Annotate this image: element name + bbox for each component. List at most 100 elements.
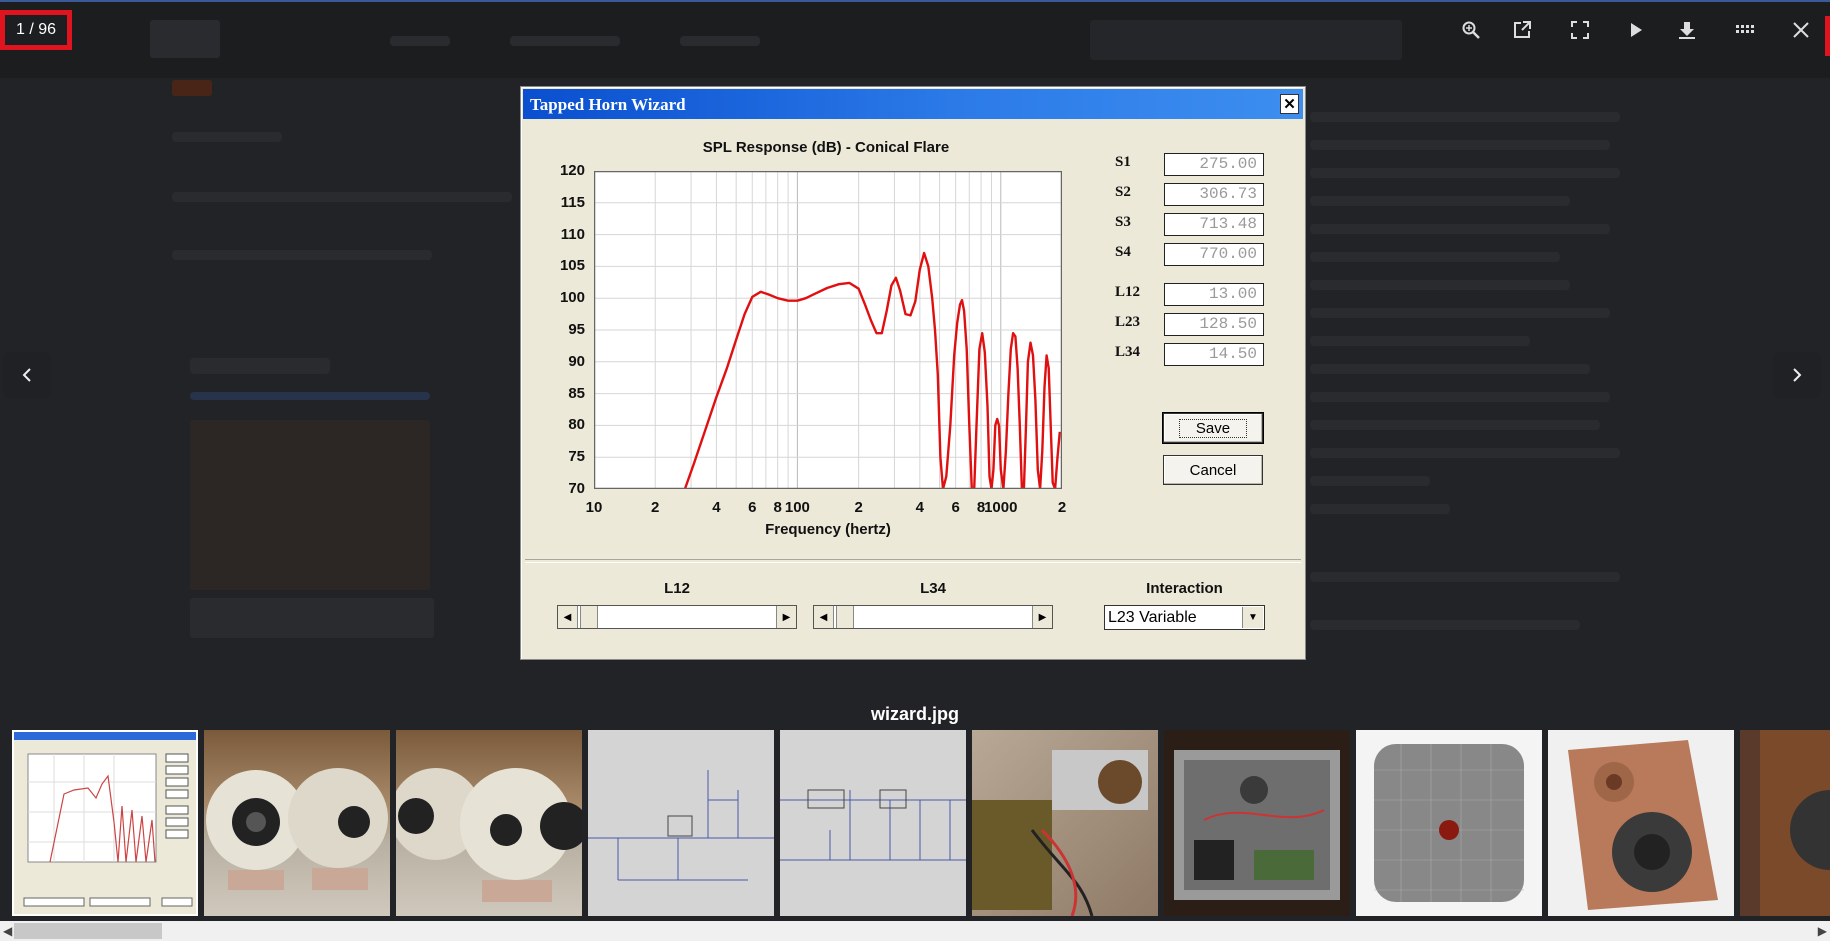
y-tick-label: 90 bbox=[568, 352, 585, 370]
thumbnail-amp-board[interactable] bbox=[972, 730, 1158, 916]
fullscreen-icon bbox=[1571, 21, 1589, 39]
slider-l34[interactable]: ◀ ▶ bbox=[813, 605, 1053, 629]
slider-l12-left-arrow[interactable]: ◀ bbox=[558, 606, 578, 628]
y-tick-label: 75 bbox=[568, 448, 585, 466]
param-label-l12: L12 bbox=[1115, 284, 1141, 300]
y-tick-label: 110 bbox=[560, 225, 585, 243]
x-tick-label: 100 bbox=[784, 499, 810, 516]
download-button[interactable] bbox=[1670, 14, 1704, 46]
save-button-label: Save bbox=[1178, 418, 1248, 438]
x-axis-label: Frequency (hertz) bbox=[765, 521, 891, 538]
thumbnail-schematic bbox=[588, 770, 774, 881]
param-field-l12[interactable]: 13.00 bbox=[1164, 283, 1264, 306]
dialog-title-bar: Tapped Horn Wizard ✕ bbox=[523, 89, 1303, 119]
y-tick-label: 85 bbox=[568, 384, 585, 402]
close-viewer-button[interactable] bbox=[1784, 14, 1818, 46]
thumbnail-chart-preview bbox=[14, 732, 196, 907]
thumbnail-mesh-box[interactable] bbox=[1356, 730, 1542, 916]
param-label-l23: L23 bbox=[1115, 314, 1141, 330]
thumbnail-board-photo bbox=[972, 750, 1148, 916]
param-field-s3[interactable]: 713.48 bbox=[1164, 213, 1264, 236]
dialog-title: Tapped Horn Wizard bbox=[530, 95, 686, 114]
interaction-value: L23 Variable bbox=[1108, 609, 1197, 626]
slider-l12-track[interactable] bbox=[578, 606, 776, 628]
play-icon bbox=[1631, 23, 1642, 37]
slider-l12-label: L12 bbox=[664, 580, 690, 597]
slider-l12-thumb[interactable] bbox=[580, 606, 598, 628]
thumbnail-wood-speaker[interactable] bbox=[1740, 730, 1830, 916]
y-tick-label: 100 bbox=[559, 289, 585, 307]
image-filename: wizard.jpg bbox=[870, 704, 959, 724]
dialog-separator bbox=[525, 559, 1301, 563]
previous-image-button[interactable] bbox=[3, 352, 51, 398]
thumbnail-wizard[interactable] bbox=[12, 730, 198, 916]
grid-icon bbox=[1736, 25, 1754, 33]
x-tick-label: 10 bbox=[585, 499, 603, 516]
horizontal-scrollbar[interactable]: ◀ ▶ bbox=[0, 921, 1830, 941]
thumbnail-speaker-render bbox=[1568, 740, 1718, 910]
external-link-icon bbox=[1514, 21, 1531, 38]
x-tick-label: 4 bbox=[915, 499, 924, 516]
y-tick-label: 70 bbox=[568, 480, 585, 497]
horizontal-scrollbar-thumb[interactable] bbox=[14, 923, 162, 939]
param-label-l34: L34 bbox=[1115, 344, 1141, 360]
thumbnail-schematic-1[interactable] bbox=[588, 730, 774, 916]
thumbnail-speaker-photo bbox=[206, 768, 388, 890]
tapped-horn-wizard-dialog: Tapped Horn Wizard ✕ SPL Response (dB) -… bbox=[520, 86, 1306, 660]
thumbnail-chassis-photo bbox=[1174, 750, 1340, 900]
y-tick-label: 115 bbox=[560, 193, 585, 211]
dialog-close-button[interactable]: ✕ bbox=[1280, 94, 1299, 114]
param-label-s1: S1 bbox=[1115, 154, 1131, 170]
fullscreen-button[interactable] bbox=[1563, 14, 1597, 46]
x-tick-label: 4 bbox=[712, 499, 721, 516]
thumbnail-strip bbox=[0, 728, 1830, 918]
interaction-select[interactable]: L23 Variable ▼ bbox=[1104, 605, 1265, 630]
param-field-s4[interactable]: 770.00 bbox=[1164, 243, 1264, 266]
magnifier-icon bbox=[1462, 21, 1480, 39]
chevron-right-icon bbox=[1793, 368, 1802, 382]
y-tick-label: 95 bbox=[568, 321, 585, 338]
spl-chart-plot bbox=[594, 171, 1062, 489]
close-icon bbox=[1793, 22, 1809, 38]
thumbnail-speaker-pair-1[interactable] bbox=[204, 730, 390, 916]
next-image-button[interactable] bbox=[1773, 352, 1821, 398]
thumbnail-speaker-photo bbox=[396, 768, 582, 902]
chart-title: SPL Response (dB) - Conical Flare bbox=[702, 139, 950, 156]
cancel-button[interactable]: Cancel bbox=[1163, 455, 1263, 485]
edge-marker bbox=[1825, 16, 1830, 56]
save-button[interactable]: Save bbox=[1162, 412, 1264, 444]
x-tick-label: 2 bbox=[854, 499, 863, 516]
chevron-down-icon[interactable]: ▼ bbox=[1242, 607, 1263, 628]
slider-l34-thumb[interactable] bbox=[836, 606, 854, 628]
play-slideshow-button[interactable] bbox=[1619, 14, 1653, 46]
param-label-s3: S3 bbox=[1115, 214, 1131, 230]
y-tick-label: 105 bbox=[559, 257, 585, 275]
thumbnail-speaker-photo bbox=[1760, 730, 1830, 916]
x-tick-label: 6 bbox=[951, 499, 960, 516]
thumbnail-schematic-2[interactable] bbox=[780, 730, 966, 916]
param-field-l23[interactable]: 128.50 bbox=[1164, 313, 1264, 336]
slider-l34-label: L34 bbox=[920, 580, 946, 597]
chevron-left-icon bbox=[22, 368, 31, 382]
slider-l34-left-arrow[interactable]: ◀ bbox=[814, 606, 834, 628]
slider-l34-right-arrow[interactable]: ▶ bbox=[1032, 606, 1052, 628]
download-icon bbox=[1679, 22, 1695, 39]
open-in-new-window-button[interactable] bbox=[1505, 14, 1539, 46]
thumbnail-speaker-pair-2[interactable] bbox=[396, 730, 582, 916]
thumbnail-amp-chassis[interactable] bbox=[1164, 730, 1350, 916]
scroll-right-arrow[interactable]: ▶ bbox=[1818, 924, 1827, 938]
param-field-l34[interactable]: 14.50 bbox=[1164, 343, 1264, 366]
x-tick-label: 1000 bbox=[984, 499, 1018, 516]
slider-l34-track[interactable] bbox=[834, 606, 1032, 628]
thumbnail-schematic bbox=[780, 789, 966, 861]
y-tick-label: 80 bbox=[568, 416, 585, 434]
thumbnail-copper-speaker[interactable] bbox=[1548, 730, 1734, 916]
slider-l12[interactable]: ◀ ▶ bbox=[557, 605, 797, 629]
param-field-s1[interactable]: 275.00 bbox=[1164, 153, 1264, 176]
slider-l12-right-arrow[interactable]: ▶ bbox=[776, 606, 796, 628]
scroll-left-arrow[interactable]: ◀ bbox=[3, 924, 12, 938]
zoom-in-button[interactable] bbox=[1454, 14, 1488, 46]
param-field-s2[interactable]: 306.73 bbox=[1164, 183, 1264, 206]
top-accent-line bbox=[0, 0, 1830, 2]
thumbnails-toggle-button[interactable] bbox=[1729, 14, 1763, 46]
